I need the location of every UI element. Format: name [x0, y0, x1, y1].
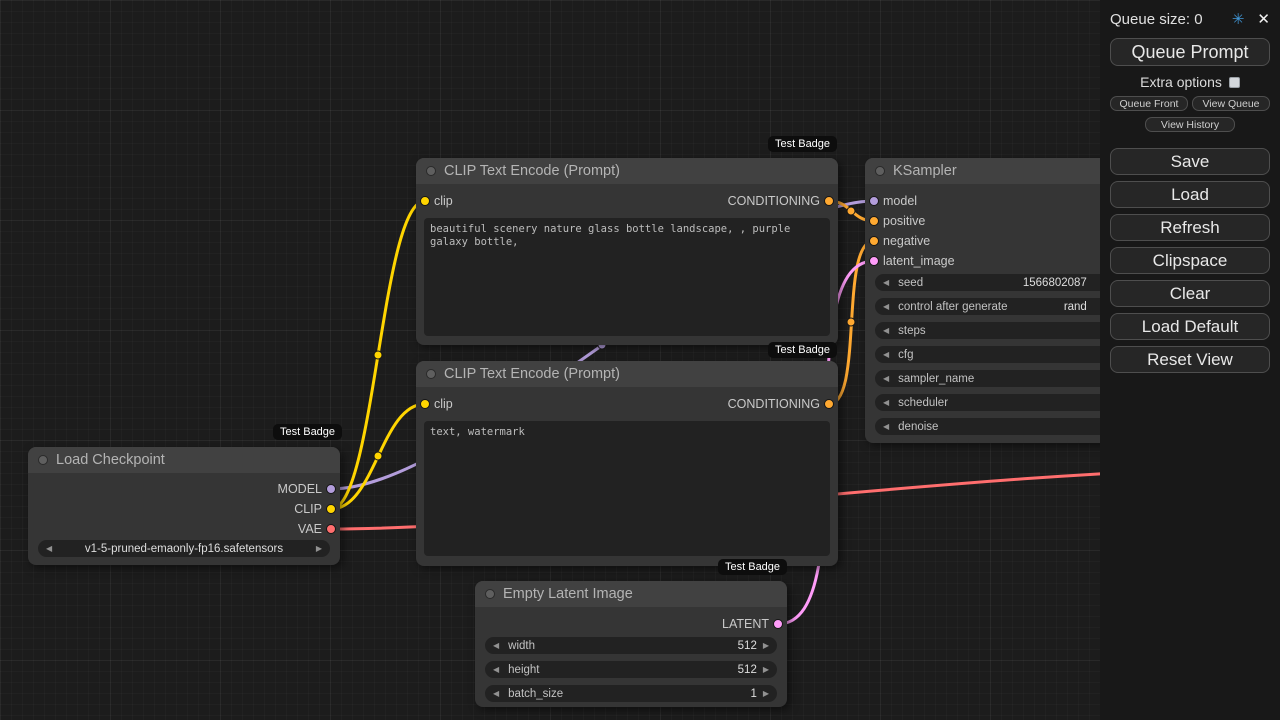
widget-label: cfg — [898, 348, 914, 361]
input-label-clip: clip — [434, 194, 453, 208]
arrow-right-icon[interactable]: ▶ — [763, 665, 769, 674]
load-default-button[interactable]: Load Default — [1110, 313, 1270, 340]
node-empty-latent-image[interactable]: Empty Latent Image LATENT ◀ width 512 ▶ … — [475, 581, 787, 707]
reset-view-button[interactable]: Reset View — [1110, 346, 1270, 373]
load-button[interactable]: Load — [1110, 181, 1270, 208]
node-title: CLIP Text Encode (Prompt) — [444, 163, 620, 179]
widget-label: scheduler — [898, 396, 949, 409]
view-history-button[interactable]: View History — [1145, 117, 1235, 132]
save-button[interactable]: Save — [1110, 148, 1270, 175]
arrow-right-icon[interactable]: ▶ — [763, 641, 769, 650]
arrow-left-icon[interactable]: ◀ — [883, 326, 889, 335]
arrow-left-icon[interactable]: ◀ — [493, 641, 499, 650]
arrow-left-icon[interactable]: ◀ — [46, 544, 52, 553]
collapse-dot-icon[interactable] — [426, 369, 436, 379]
collapse-dot-icon[interactable] — [426, 166, 436, 176]
queue-front-button[interactable]: Queue Front — [1110, 96, 1188, 111]
arrow-left-icon[interactable]: ◀ — [493, 665, 499, 674]
output-label-conditioning: CONDITIONING — [727, 397, 820, 411]
queue-prompt-button[interactable]: Queue Prompt — [1110, 38, 1270, 66]
wire-midpoint-cond-negative — [846, 317, 856, 327]
widget-label: seed — [898, 276, 924, 289]
arrow-left-icon[interactable]: ◀ — [883, 302, 889, 311]
height-widget[interactable]: ◀ height 512 ▶ — [485, 661, 777, 678]
widget-label: height — [508, 663, 540, 676]
batch-size-widget[interactable]: ◀ batch_size 1 ▶ — [485, 685, 777, 702]
close-icon[interactable]: ✕ — [1257, 10, 1270, 28]
ckpt-name-value: v1-5-pruned-emaonly-fp16.safetensors — [84, 542, 284, 555]
node-badge: Test Badge — [768, 136, 838, 152]
extra-options-label: Extra options — [1140, 74, 1222, 90]
output-label-vae: VAE — [297, 522, 322, 536]
arrow-left-icon[interactable]: ◀ — [883, 374, 889, 383]
arrow-left-icon[interactable]: ◀ — [883, 350, 889, 359]
node-title: KSampler — [893, 163, 957, 179]
node-title-bar[interactable]: CLIP Text Encode (Prompt) — [416, 361, 838, 387]
input-label-positive: positive — [883, 214, 926, 228]
wire-midpoint-cond-positive — [846, 206, 856, 216]
output-label-clip: CLIP — [294, 502, 322, 516]
widget-value: 1566802087 — [1022, 276, 1087, 289]
node-title: CLIP Text Encode (Prompt) — [444, 366, 620, 382]
wire-clip-negative — [329, 402, 427, 511]
output-label-model: MODEL — [277, 482, 322, 496]
width-widget[interactable]: ◀ width 512 ▶ — [485, 637, 777, 654]
arrow-right-icon[interactable]: ▶ — [763, 689, 769, 698]
node-load-checkpoint[interactable]: Load Checkpoint MODEL CLIP VAE ◀ v1-5-pr… — [28, 447, 340, 565]
node-graph-canvas[interactable]: Load Checkpoint MODEL CLIP VAE ◀ v1-5-pr… — [0, 0, 1280, 720]
input-label-clip: clip — [434, 397, 453, 411]
extra-options-checkbox[interactable] — [1228, 76, 1240, 88]
view-queue-button[interactable]: View Queue — [1192, 96, 1270, 111]
output-label-conditioning: CONDITIONING — [727, 194, 820, 208]
node-badge: Test Badge — [768, 342, 838, 358]
wire-midpoint-clip-positive — [373, 350, 383, 360]
refresh-button[interactable]: Refresh — [1110, 214, 1270, 241]
arrow-left-icon[interactable]: ◀ — [493, 689, 499, 698]
collapse-dot-icon[interactable] — [38, 455, 48, 465]
widget-label: batch_size — [508, 687, 564, 700]
ckpt-name-widget[interactable]: ◀ v1-5-pruned-emaonly-fp16.safetensors ▶ — [38, 540, 330, 557]
wire-midpoint-clip-negative — [373, 451, 383, 461]
clipspace-button[interactable]: Clipspace — [1110, 247, 1270, 274]
input-label-latent-image: latent_image — [883, 254, 955, 268]
settings-icon[interactable]: ✳ — [1232, 10, 1245, 28]
node-title-bar[interactable]: Load Checkpoint — [28, 447, 340, 473]
arrow-left-icon[interactable]: ◀ — [883, 278, 889, 287]
prompt-textarea[interactable]: text, watermark — [424, 421, 830, 556]
queue-size-label: Queue size: 0 — [1110, 10, 1203, 28]
node-clip-text-encode-positive[interactable]: CLIP Text Encode (Prompt) clip CONDITION… — [416, 158, 838, 345]
prompt-textarea[interactable]: beautiful scenery nature glass bottle la… — [424, 218, 830, 336]
input-label-negative: negative — [883, 234, 931, 248]
arrow-left-icon[interactable]: ◀ — [883, 422, 889, 431]
node-clip-text-encode-negative[interactable]: CLIP Text Encode (Prompt) clip CONDITION… — [416, 361, 838, 566]
widget-value: 512 — [737, 639, 757, 652]
wire-clip-positive — [329, 199, 427, 511]
node-badge: Test Badge — [273, 424, 343, 440]
widget-label: width — [508, 639, 536, 652]
widget-label: control after generate — [898, 300, 1008, 313]
input-label-model: model — [883, 194, 918, 208]
arrow-right-icon[interactable]: ▶ — [316, 544, 322, 553]
widget-label: steps — [898, 324, 926, 337]
arrow-left-icon[interactable]: ◀ — [883, 398, 889, 407]
widget-value: 1 — [750, 687, 757, 700]
clear-button[interactable]: Clear — [1110, 280, 1270, 307]
node-title-bar[interactable]: CLIP Text Encode (Prompt) — [416, 158, 838, 184]
node-title: Load Checkpoint — [56, 452, 165, 468]
widget-value: rand — [1063, 300, 1087, 313]
node-title: Empty Latent Image — [503, 586, 633, 602]
output-label-latent: LATENT — [722, 617, 769, 631]
node-badge: Test Badge — [718, 559, 788, 575]
widget-label: denoise — [898, 420, 939, 433]
widget-label: sampler_name — [898, 372, 975, 385]
node-title-bar[interactable]: Empty Latent Image — [475, 581, 787, 607]
collapse-dot-icon[interactable] — [875, 166, 885, 176]
menu-panel: Queue size: 0 ✳ ✕ Queue Prompt Extra opt… — [1100, 0, 1280, 720]
collapse-dot-icon[interactable] — [485, 589, 495, 599]
widget-value: 512 — [737, 663, 757, 676]
